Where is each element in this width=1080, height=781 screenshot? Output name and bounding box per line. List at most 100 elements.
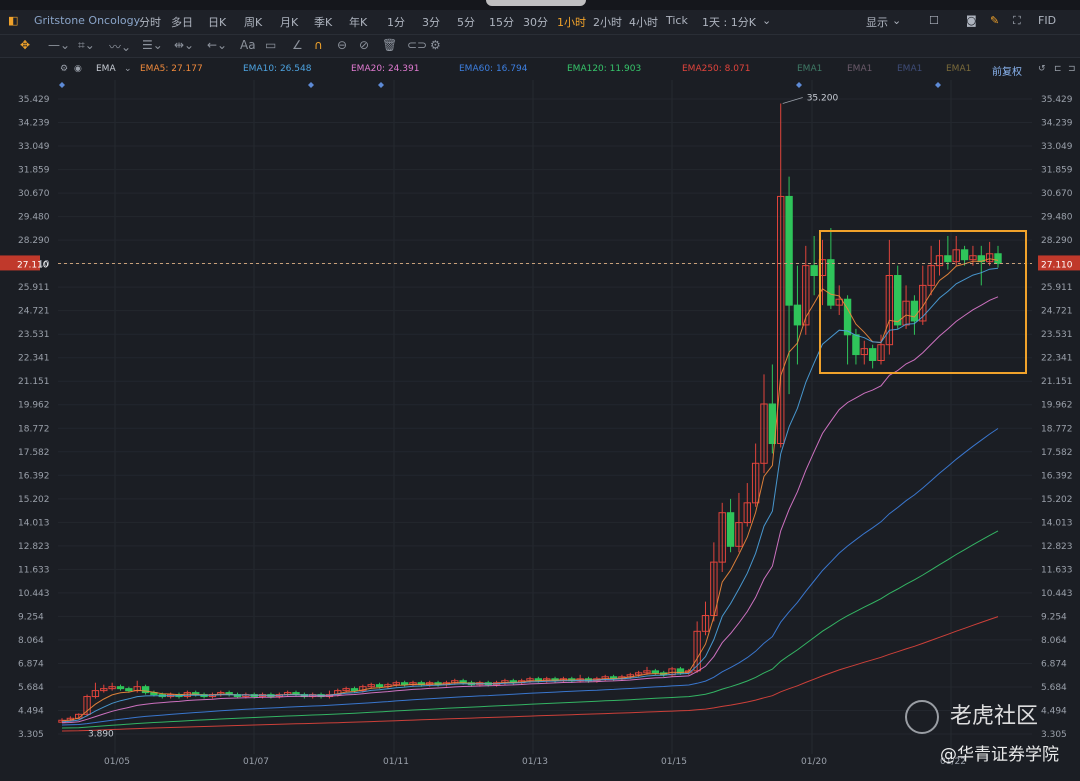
low-marker-label: 3.890 <box>88 729 114 739</box>
price-tick-right: 4.494 <box>1041 706 1067 716</box>
price-tick-left: 4.494 <box>18 706 44 716</box>
price-tick-right: 3.305 <box>1041 730 1067 740</box>
ruler-icon[interactable]: ∠ <box>292 38 303 52</box>
wave-tool-icon[interactable]: 〰⌄ <box>109 38 131 55</box>
legend-marker <box>308 82 314 88</box>
price-tick-right: 19.962 <box>1041 401 1073 411</box>
settings-icon[interactable]: ⚙ <box>60 64 68 74</box>
legend-marker <box>935 82 941 88</box>
drawing-toolbar: ✥ —⌄ ⌗⌄ 〰⌄ ☰⌄ ⇹⌄ ←⌄ Aa ▭ ∠ ∩ ⊖ ⊘ 🗑 ⊂⊃ ⚙ <box>0 35 1080 58</box>
tab-period-7[interactable]: 1分 <box>387 14 405 30</box>
window-title-blur <box>486 0 586 6</box>
tab-period-12[interactable]: 1小时 <box>557 14 586 30</box>
legend-faded-3: EMA1 <box>897 64 923 74</box>
tab-period-13[interactable]: 2小时 <box>593 14 622 30</box>
move-icon[interactable]: ✥ <box>20 38 30 52</box>
pencil-icon[interactable]: ✎ <box>990 14 999 27</box>
price-tick-left: 24.721 <box>18 307 50 317</box>
tab-period-14[interactable]: 4小时 <box>629 14 658 30</box>
tab-period-3[interactable]: 周K <box>244 14 262 30</box>
candle-body <box>852 334 860 356</box>
tab-period-15[interactable]: Tick <box>666 14 688 27</box>
fib-tool-icon[interactable]: ☰⌄ <box>142 38 163 52</box>
price-tick-left: 12.823 <box>18 542 50 552</box>
candlestick-chart[interactable]: 35.429 35.429 34.239 34.239 33.049 33.049 31.8… <box>0 80 1080 777</box>
current-price-label-right: 27.110 <box>1041 260 1073 270</box>
price-tick-left: 5.684 <box>18 683 44 693</box>
gear-icon[interactable]: ⚙ <box>430 38 441 52</box>
sidebar-toggle-icon[interactable]: ◧ <box>8 14 18 27</box>
candle-body <box>894 275 902 326</box>
tab-period-11[interactable]: 30分 <box>523 14 548 30</box>
chart-area[interactable]: 35.429 35.429 34.239 34.239 33.049 33.049 31.8… <box>0 80 1080 777</box>
fid-label[interactable]: FID <box>1038 14 1056 27</box>
price-tick-right: 8.064 <box>1041 636 1067 646</box>
tab-period-1[interactable]: 多日 <box>171 14 193 30</box>
eye-icon[interactable]: ◉ <box>74 64 82 74</box>
legend-faded-2: EMA1 <box>847 64 873 74</box>
text-tool-icon[interactable]: Aa <box>240 38 256 52</box>
arrow-tool-icon[interactable]: ←⌄ <box>207 38 227 52</box>
price-tick-right: 35.429 <box>1041 95 1073 105</box>
price-tick-right: 16.392 <box>1041 471 1073 481</box>
symbol-name[interactable]: Gritstone Oncology <box>34 14 140 27</box>
chevron-down-icon[interactable]: ⌄ <box>124 64 132 74</box>
candle-body <box>793 304 802 326</box>
tab-period-4[interactable]: 月K <box>280 14 298 30</box>
tab-period-10[interactable]: 15分 <box>489 14 514 30</box>
price-tick-right: 29.480 <box>1041 213 1073 223</box>
candle-body <box>785 195 793 306</box>
comment-icon[interactable]: ▭ <box>265 38 276 52</box>
link-icon[interactable]: ⊂⊃ <box>407 38 427 52</box>
measure-tool-icon[interactable]: ⇹⌄ <box>174 38 194 52</box>
adjust-button[interactable]: 前复权 <box>992 63 1022 78</box>
tab-period-9[interactable]: 5分 <box>457 14 475 30</box>
price-tick-left: 8.064 <box>18 636 44 646</box>
watermark-community: 老虎社区 <box>950 704 1039 729</box>
tiger-logo-icon <box>905 700 939 734</box>
price-tick-left: 34.239 <box>18 119 50 129</box>
price-tick-right: 28.290 <box>1041 236 1073 246</box>
tab-period-16[interactable]: 1天 : 1分K <box>702 14 756 30</box>
indicator-name[interactable]: EMA <box>96 64 116 74</box>
candle-body <box>375 684 384 688</box>
price-tick-left: 6.874 <box>18 659 44 669</box>
price-tick-left: 9.254 <box>18 612 44 622</box>
layout-icon[interactable]: ☐ <box>929 14 939 27</box>
price-tick-right: 11.633 <box>1041 565 1073 575</box>
high-marker-label: 35.200 <box>807 94 839 104</box>
trash-icon[interactable]: 🗑 <box>382 38 397 52</box>
fullscreen-icon[interactable]: ⛶ <box>1013 14 1021 28</box>
tab-period-8[interactable]: 3分 <box>422 14 440 30</box>
candle-body <box>910 300 919 322</box>
camera-icon[interactable]: ◙ <box>966 14 977 27</box>
price-tick-right: 10.443 <box>1041 589 1073 599</box>
tab-period-6[interactable]: 年K <box>349 14 367 30</box>
tab-period-2[interactable]: 日K <box>208 14 226 30</box>
price-tick-left: 33.049 <box>18 142 50 152</box>
ema-line-10 <box>61 267 999 723</box>
close-icon[interactable]: ⊐ <box>1068 64 1076 74</box>
chevron-down-icon[interactable]: ⌄ <box>892 14 901 27</box>
collapse-icon[interactable]: ⊏ <box>1054 64 1062 74</box>
tab-period-5[interactable]: 季K <box>314 14 332 30</box>
price-tick-right: 25.911 <box>1041 283 1073 293</box>
undo-icon[interactable]: ↺ <box>1038 64 1046 74</box>
hide-icon[interactable]: ⊘ <box>359 38 369 52</box>
tab-period-0[interactable]: 分时 <box>139 14 161 30</box>
magnet-icon[interactable]: ∩ <box>314 38 323 52</box>
price-tick-left: 14.013 <box>18 518 50 528</box>
price-tick-right: 6.874 <box>1041 659 1067 669</box>
date-tick: 01/05 <box>104 757 130 767</box>
candle-body <box>960 249 969 261</box>
lock-icon[interactable]: ⊖ <box>337 38 347 52</box>
line-tool-icon[interactable]: —⌄ <box>48 38 70 52</box>
price-tick-right: 5.684 <box>1041 683 1067 693</box>
window-title-strip <box>0 0 1080 10</box>
price-tick-left: 23.531 <box>18 330 50 340</box>
chevron-down-icon[interactable]: ⌄ <box>762 14 771 27</box>
display-menu[interactable]: 显示 <box>866 14 888 30</box>
price-tick-left: 22.341 <box>18 354 50 364</box>
crop-tool-icon[interactable]: ⌗⌄ <box>78 38 95 53</box>
price-tick-right: 12.823 <box>1041 542 1073 552</box>
